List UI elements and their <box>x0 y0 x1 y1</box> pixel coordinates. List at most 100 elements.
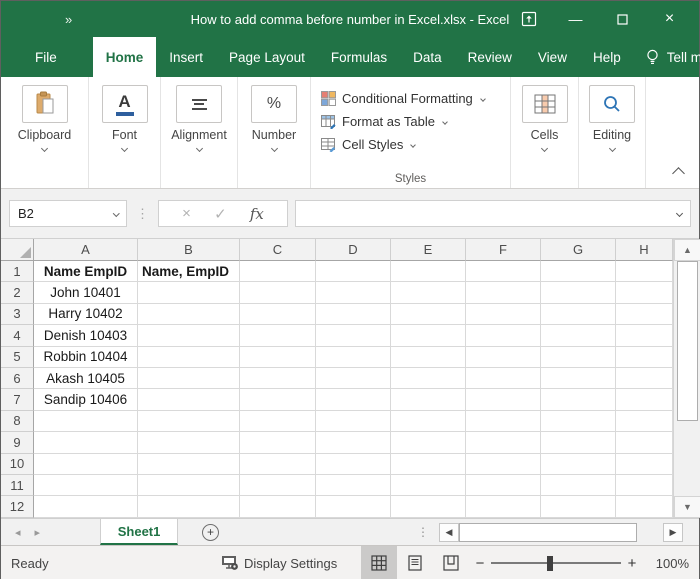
tab-data[interactable]: Data <box>400 37 455 77</box>
row-header-1[interactable]: 1 <box>1 261 34 282</box>
cell-B12[interactable] <box>138 496 240 517</box>
cell-A4[interactable]: Denish 10403 <box>34 325 138 346</box>
cell-A7[interactable]: Sandip 10406 <box>34 389 138 410</box>
select-all-corner[interactable] <box>1 239 34 261</box>
alignment-dropdown-chevron-icon[interactable] <box>195 145 202 152</box>
cell-B11[interactable] <box>138 475 240 496</box>
cell-A1[interactable]: Name EmpID <box>34 261 138 282</box>
zoom-in-button[interactable]: + <box>621 555 643 572</box>
cell-H11[interactable] <box>616 475 673 496</box>
cell-A3[interactable]: Harry 10402 <box>34 304 138 325</box>
tab-formulas[interactable]: Formulas <box>318 37 400 77</box>
cell-G2[interactable] <box>541 282 616 303</box>
name-box[interactable]: B2 <box>9 200 127 227</box>
cell-F4[interactable] <box>466 325 541 346</box>
cell-E3[interactable] <box>391 304 466 325</box>
cell-B7[interactable] <box>138 389 240 410</box>
cell-D10[interactable] <box>316 454 391 475</box>
cell-A2[interactable]: John 10401 <box>34 282 138 303</box>
collapse-ribbon-chevron-icon[interactable] <box>672 167 685 180</box>
cell-F8[interactable] <box>466 411 541 432</box>
cell-H12[interactable] <box>616 496 673 517</box>
cell-A9[interactable] <box>34 432 138 453</box>
cell-G5[interactable] <box>541 347 616 368</box>
cell-E6[interactable] <box>391 368 466 389</box>
row-header-11[interactable]: 11 <box>1 475 34 496</box>
cell-H2[interactable] <box>616 282 673 303</box>
cell-B4[interactable] <box>138 325 240 346</box>
horizontal-scrollbar[interactable]: ◀ ▶ <box>439 519 683 545</box>
cell-H5[interactable] <box>616 347 673 368</box>
editing-dropdown-chevron-icon[interactable] <box>608 145 615 152</box>
cell-C5[interactable] <box>240 347 316 368</box>
cell-B8[interactable] <box>138 411 240 432</box>
cell-B6[interactable] <box>138 368 240 389</box>
ribbon-group-number[interactable]: % Number <box>238 77 311 188</box>
scroll-down-button[interactable]: ▼ <box>674 496 700 518</box>
cell-C12[interactable] <box>240 496 316 517</box>
cell-A10[interactable] <box>34 454 138 475</box>
cell-C9[interactable] <box>240 432 316 453</box>
cell-D12[interactable] <box>316 496 391 517</box>
cell-C2[interactable] <box>240 282 316 303</box>
clipboard-dropdown-chevron-icon[interactable] <box>41 145 48 152</box>
formula-bar-drag-dots[interactable]: ⋮ <box>136 206 149 222</box>
format-as-table-button[interactable]: Format as Table <box>321 110 447 133</box>
column-header-B[interactable]: B <box>138 239 240 261</box>
cell-A8[interactable] <box>34 411 138 432</box>
cell-H4[interactable] <box>616 325 673 346</box>
cell-G3[interactable] <box>541 304 616 325</box>
formula-input[interactable] <box>295 200 691 227</box>
row-header-8[interactable]: 8 <box>1 411 34 432</box>
cell-H10[interactable] <box>616 454 673 475</box>
cell-F11[interactable] <box>466 475 541 496</box>
tell-me-button[interactable]: Tell me <box>634 37 700 77</box>
horizontal-scroll-thumb[interactable] <box>459 523 637 542</box>
cell-G9[interactable] <box>541 432 616 453</box>
cell-A12[interactable] <box>34 496 138 517</box>
row-header-5[interactable]: 5 <box>1 347 34 368</box>
cell-E1[interactable] <box>391 261 466 282</box>
conditional-formatting-button[interactable]: Conditional Formatting <box>321 87 485 110</box>
tab-home[interactable]: Home <box>93 37 157 77</box>
cell-A5[interactable]: Robbin 10404 <box>34 347 138 368</box>
zoom-slider-track[interactable] <box>491 562 621 564</box>
ribbon-group-cells[interactable]: Cells <box>511 77 579 188</box>
cell-C1[interactable] <box>240 261 316 282</box>
row-header-2[interactable]: 2 <box>1 282 34 303</box>
tab-file[interactable]: File <box>19 37 73 77</box>
number-button[interactable]: % <box>251 85 297 123</box>
cell-D1[interactable] <box>316 261 391 282</box>
cell-C3[interactable] <box>240 304 316 325</box>
cells-button[interactable] <box>522 85 568 123</box>
insert-function-button[interactable]: fx <box>250 205 264 223</box>
cell-D3[interactable] <box>316 304 391 325</box>
maximize-button[interactable] <box>599 1 646 37</box>
ribbon-group-clipboard[interactable]: Clipboard <box>1 77 89 188</box>
ribbon-group-font[interactable]: A Font <box>89 77 161 188</box>
vertical-scrollbar[interactable]: ▲ ▼ <box>673 239 700 518</box>
cell-E10[interactable] <box>391 454 466 475</box>
font-dropdown-chevron-icon[interactable] <box>121 145 128 152</box>
cancel-button[interactable]: × <box>182 205 191 222</box>
row-header-4[interactable]: 4 <box>1 325 34 346</box>
cell-E2[interactable] <box>391 282 466 303</box>
cell-G4[interactable] <box>541 325 616 346</box>
cell-E7[interactable] <box>391 389 466 410</box>
cell-E5[interactable] <box>391 347 466 368</box>
cell-C4[interactable] <box>240 325 316 346</box>
cell-F7[interactable] <box>466 389 541 410</box>
cell-H6[interactable] <box>616 368 673 389</box>
column-header-G[interactable]: G <box>541 239 616 261</box>
cell-C6[interactable] <box>240 368 316 389</box>
cell-B3[interactable] <box>138 304 240 325</box>
cell-B10[interactable] <box>138 454 240 475</box>
row-header-9[interactable]: 9 <box>1 432 34 453</box>
column-header-F[interactable]: F <box>466 239 541 261</box>
cell-B5[interactable] <box>138 347 240 368</box>
cell-E4[interactable] <box>391 325 466 346</box>
scroll-right-button[interactable]: ▶ <box>663 523 683 542</box>
sheet-tab-sheet1[interactable]: Sheet1 <box>100 519 178 545</box>
column-header-D[interactable]: D <box>316 239 391 261</box>
column-header-C[interactable]: C <box>240 239 316 261</box>
